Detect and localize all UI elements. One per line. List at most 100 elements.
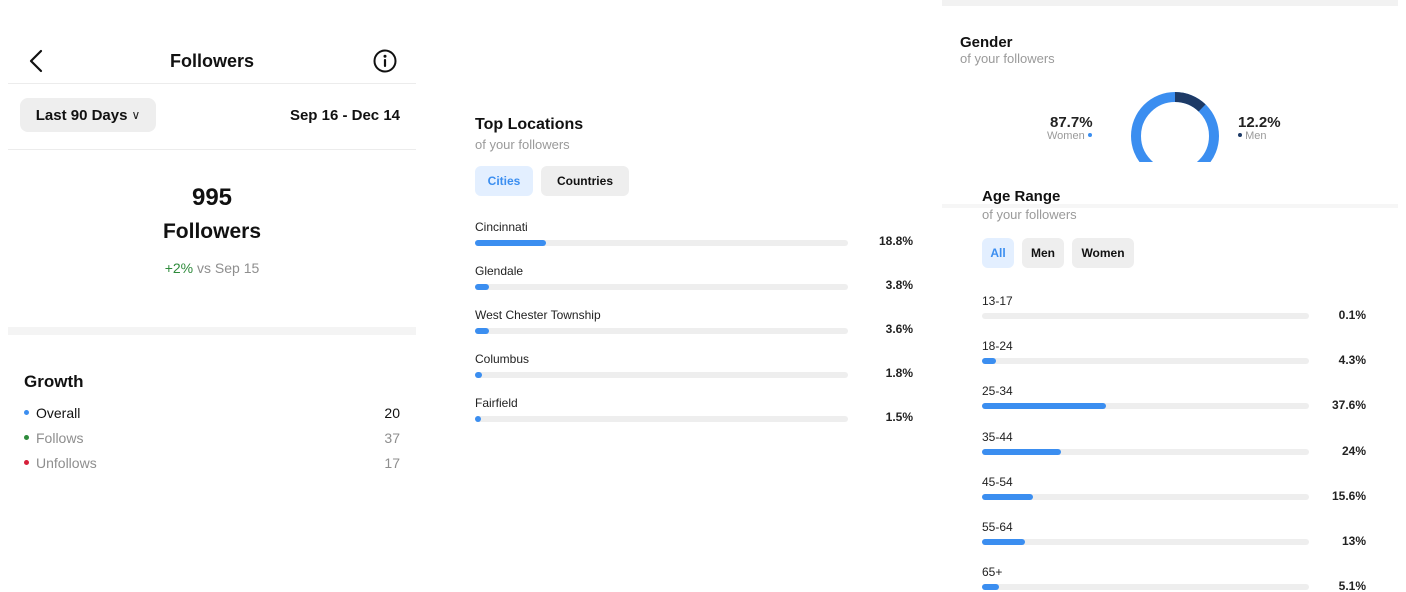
- location-row: Fairfield 1.5%: [475, 396, 913, 436]
- age-percent: 4.3%: [1338, 353, 1366, 368]
- location-name: Cincinnati: [475, 220, 528, 234]
- date-range-text: Sep 16 - Dec 14: [289, 107, 400, 124]
- growth-label: Follows: [36, 430, 84, 446]
- location-row: Cincinnati 18.8%: [475, 220, 913, 260]
- date-range-dropdown-label: Last 90 Days: [35, 106, 128, 124]
- followers-panel: Followers Last 90 Days ∨ Sep 16 - Dec 14…: [0, 0, 420, 592]
- chevron-down-icon: ∨: [131, 108, 141, 122]
- age-bar-fill: [982, 584, 999, 591]
- follower-count-label: Followers: [162, 220, 262, 243]
- growth-label: Overall: [36, 405, 81, 421]
- age-bar-track: [982, 448, 1309, 455]
- women-label: Women: [1047, 130, 1085, 142]
- location-percent: 3.8%: [885, 278, 913, 292]
- age-bar-track: [982, 313, 1309, 319]
- gender-subtitle: of your followers: [960, 51, 1055, 66]
- location-row: Columbus 1.8%: [475, 352, 913, 392]
- age-range-label: 25-34: [982, 384, 1013, 399]
- age-bar-track: [982, 584, 1309, 591]
- age-row: 25-34 37.6%: [982, 384, 1366, 424]
- age-percent: 13%: [1341, 534, 1366, 548]
- location-bar-fill: [475, 372, 482, 378]
- growth-value: 20: [384, 405, 400, 421]
- tab-cities[interactable]: Cities: [475, 166, 533, 196]
- locations-title: Top Locations: [475, 116, 584, 133]
- age-range-label: 55-64: [982, 520, 1013, 534]
- age-title: Age Range: [982, 188, 1061, 205]
- tab-women[interactable]: Women: [1072, 238, 1134, 268]
- change-percent: +2%: [164, 260, 194, 276]
- men-legend: Men: [1238, 130, 1266, 142]
- date-range-dropdown[interactable]: Last 90 Days ∨: [20, 98, 156, 132]
- age-range-label: 65+: [982, 565, 1003, 580]
- location-name: Fairfield: [475, 396, 518, 410]
- date-filter-row: Last 90 Days ∨ Sep 16 - Dec 14: [8, 98, 416, 150]
- location-bar-track: [475, 240, 848, 246]
- growth-label: Unfollows: [36, 455, 97, 471]
- unfollows-dot-icon: [24, 459, 29, 465]
- growth-row-overall: Overall 20: [24, 405, 400, 425]
- age-row: 65+ 5.1%: [982, 565, 1366, 592]
- age-bar-fill: [982, 403, 1106, 410]
- growth-row-follows: Follows 37: [24, 430, 400, 450]
- gender-donut-chart: [1131, 92, 1219, 162]
- growth-row-unfollows: Unfollows 17: [24, 455, 400, 475]
- age-bar-track: [982, 493, 1309, 500]
- age-bar-track: [982, 358, 1309, 365]
- info-icon[interactable]: [372, 48, 398, 74]
- location-bar-track: [475, 328, 848, 334]
- age-percent: 24%: [1341, 443, 1366, 458]
- tab-countries[interactable]: Countries: [541, 166, 629, 196]
- age-row: 55-64 13%: [982, 520, 1366, 560]
- age-bar-track: [982, 539, 1309, 545]
- growth-value: 37: [384, 430, 400, 446]
- location-name: Glendale: [475, 264, 524, 278]
- women-percent: 87.7%: [1050, 114, 1093, 131]
- top-divider: [942, 0, 1398, 6]
- women-legend: Women: [1047, 130, 1092, 142]
- men-dot-icon: [1238, 133, 1242, 138]
- age-percent: 15.6%: [1331, 488, 1366, 503]
- locations-subtitle: of your followers: [475, 137, 570, 152]
- growth-title: Growth: [24, 372, 84, 391]
- location-row: Glendale 3.8%: [475, 264, 913, 304]
- tab-men[interactable]: Men: [1022, 238, 1064, 268]
- men-percent: 12.2%: [1238, 114, 1281, 131]
- age-percent: 0.1%: [1338, 308, 1366, 322]
- follows-dot-icon: [24, 434, 29, 440]
- section-divider: [8, 327, 416, 335]
- age-bar-fill: [982, 539, 1025, 545]
- age-range-label: 13-17: [982, 294, 1013, 308]
- men-label: Men: [1245, 130, 1267, 142]
- location-bar-fill: [475, 416, 481, 422]
- age-bar-fill: [982, 358, 997, 365]
- age-range-label: 35-44: [982, 429, 1013, 444]
- overall-dot-icon: [24, 409, 29, 415]
- location-name: Columbus: [475, 352, 530, 366]
- age-subtitle: of your followers: [982, 207, 1077, 222]
- gender-title: Gender: [960, 34, 1013, 51]
- follower-count: 995: [191, 184, 233, 211]
- location-percent: 18.8%: [878, 234, 913, 248]
- age-percent: 5.1%: [1338, 579, 1366, 592]
- location-bar-fill: [475, 328, 489, 334]
- location-bar-fill: [475, 284, 490, 290]
- change-comparison: vs Sep 15: [197, 260, 260, 276]
- location-bar-track: [475, 416, 848, 422]
- location-name: West Chester Township: [475, 308, 601, 322]
- location-percent: 3.6%: [885, 322, 913, 336]
- growth-value: 17: [384, 455, 400, 471]
- age-range-label: 45-54: [982, 474, 1013, 489]
- age-bar-track: [982, 403, 1309, 410]
- age-bar-fill: [982, 448, 1062, 455]
- tab-all[interactable]: All: [982, 238, 1014, 268]
- location-bar-track: [475, 372, 848, 378]
- age-row: 35-44 24%: [982, 430, 1366, 470]
- age-row: 13-17 0.1%: [982, 294, 1366, 334]
- age-percent: 37.6%: [1331, 398, 1366, 413]
- top-bar: Followers: [8, 38, 416, 84]
- age-row: 45-54 15.6%: [982, 475, 1366, 515]
- follower-change: +2% vs Sep 15: [0, 260, 424, 276]
- location-percent: 1.5%: [885, 410, 913, 424]
- location-bar-fill: [475, 240, 546, 246]
